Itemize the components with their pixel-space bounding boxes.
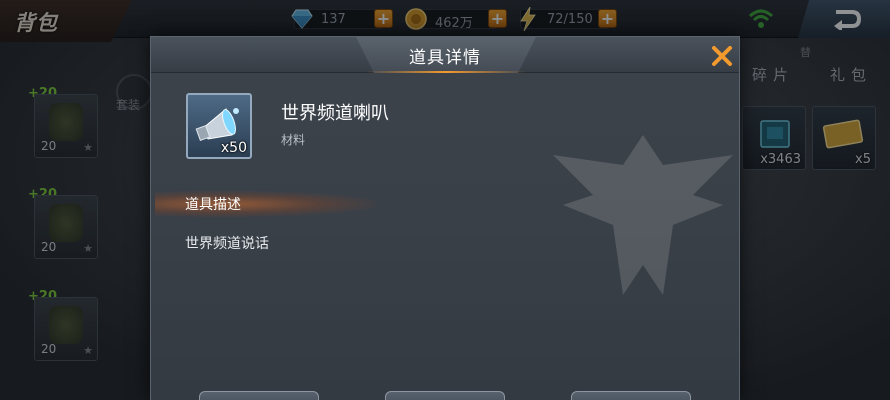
- dialog-title: 道具详情: [409, 48, 481, 68]
- item-icon-frame: x50: [186, 93, 252, 159]
- dialog-header: 道具详情: [151, 37, 739, 73]
- section-title: 道具描述: [185, 197, 241, 213]
- dialog-action-button[interactable]: [385, 391, 505, 400]
- dialog-action-button[interactable]: [199, 391, 319, 400]
- item-detail-dialog: 道具详情 x50 世界频道喇叭 材料 道具描述 世界频道说话: [150, 36, 740, 400]
- close-icon[interactable]: [709, 43, 735, 69]
- header-accent-line: [366, 71, 526, 73]
- item-type: 材料: [281, 133, 306, 147]
- dialog-action-button[interactable]: [571, 391, 691, 400]
- eagle-emblem-icon: [553, 135, 733, 295]
- item-quantity: x50: [220, 140, 247, 156]
- item-description: 世界频道说话: [185, 236, 269, 252]
- item-name: 世界频道喇叭: [281, 103, 389, 124]
